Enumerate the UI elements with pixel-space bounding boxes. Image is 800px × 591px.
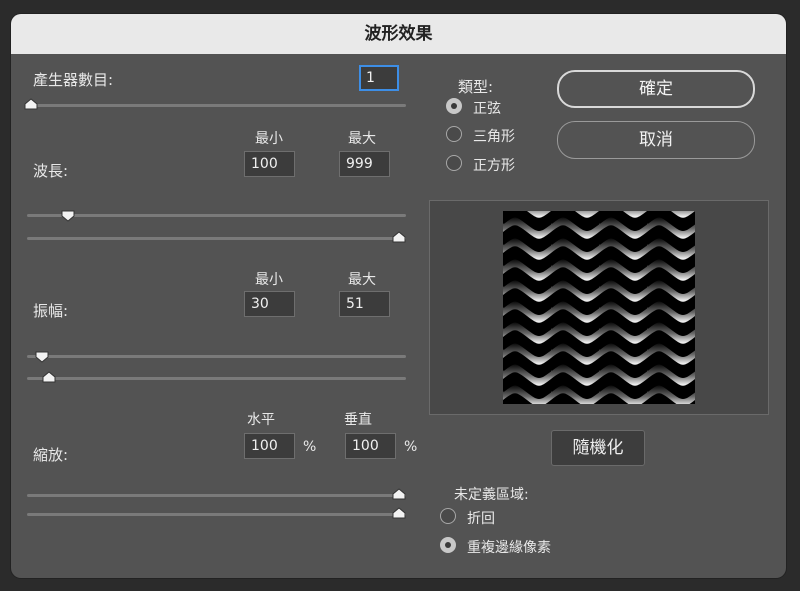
generators-slider-track[interactable]	[29, 104, 406, 107]
wavelength-min-input[interactable]: 100	[244, 151, 295, 177]
scale-vertical-label: 垂直	[344, 412, 372, 428]
amplitude-max-label: 最大	[348, 272, 376, 288]
type-option-square[interactable]: 正方形	[473, 155, 515, 175]
scale-horizontal-slider-track[interactable]	[27, 494, 406, 497]
scale-vertical-input[interactable]: 100	[345, 433, 396, 459]
wavelength-max-slider-track[interactable]	[27, 237, 406, 240]
generators-slider-thumb[interactable]	[24, 98, 38, 110]
scale-vertical-unit: %	[404, 439, 418, 455]
wavelength-min-label: 最小	[255, 131, 283, 147]
undefined-radio-repeat-edge[interactable]	[440, 537, 456, 553]
generators-label: 產生器數目:	[33, 71, 114, 89]
wavelength-max-label: 最大	[348, 131, 376, 147]
wavelength-max-slider-thumb[interactable]	[392, 231, 406, 243]
amplitude-min-label: 最小	[255, 272, 283, 288]
amplitude-max-input[interactable]: 51	[339, 291, 390, 317]
undefined-option-wrap-around[interactable]: 折回	[467, 508, 495, 528]
wavelength-max-input[interactable]: 999	[339, 151, 390, 177]
amplitude-max-slider-thumb[interactable]	[42, 371, 56, 383]
amplitude-min-slider-thumb[interactable]	[35, 351, 49, 363]
amplitude-max-slider-track[interactable]	[27, 377, 406, 380]
cancel-button[interactable]: 取消	[557, 121, 755, 159]
generators-input[interactable]: 1	[359, 65, 399, 91]
wave-preview-image	[503, 211, 695, 404]
preview-panel	[429, 200, 769, 415]
wavelength-label: 波長:	[33, 162, 69, 180]
scale-vertical-slider-track[interactable]	[27, 513, 406, 516]
amplitude-min-input[interactable]: 30	[244, 291, 295, 317]
undefined-option-repeat-edge[interactable]: 重複邊緣像素	[467, 537, 551, 557]
scale-label: 縮放:	[33, 446, 69, 464]
randomize-button[interactable]: 隨機化	[551, 430, 645, 466]
scale-horizontal-unit: %	[303, 439, 317, 455]
type-option-sine[interactable]: 正弦	[473, 98, 501, 118]
scale-horizontal-label: 水平	[247, 412, 275, 428]
type-label: 類型:	[458, 78, 494, 96]
amplitude-min-slider-track[interactable]	[27, 355, 406, 358]
scale-horizontal-input[interactable]: 100	[244, 433, 295, 459]
wavelength-min-slider-track[interactable]	[27, 214, 406, 217]
undefined-radio-wrap-around[interactable]	[440, 508, 456, 524]
type-option-triangle[interactable]: 三角形	[473, 126, 515, 146]
wavelength-min-slider-thumb[interactable]	[61, 210, 75, 222]
type-radio-sine[interactable]	[446, 98, 462, 114]
scale-horizontal-slider-thumb[interactable]	[392, 488, 406, 500]
type-radio-triangle[interactable]	[446, 126, 462, 142]
undefined-areas-label: 未定義區域:	[454, 487, 529, 503]
dialog-title: 波形效果	[11, 14, 786, 54]
amplitude-label: 振幅:	[33, 302, 69, 320]
wave-filter-dialog: 波形效果 產生器數目: 1 最小 最大 波長: 100 999 最小 最大 振幅…	[11, 14, 786, 578]
type-radio-square[interactable]	[446, 155, 462, 171]
ok-button[interactable]: 確定	[557, 70, 755, 108]
scale-vertical-slider-thumb[interactable]	[392, 507, 406, 519]
